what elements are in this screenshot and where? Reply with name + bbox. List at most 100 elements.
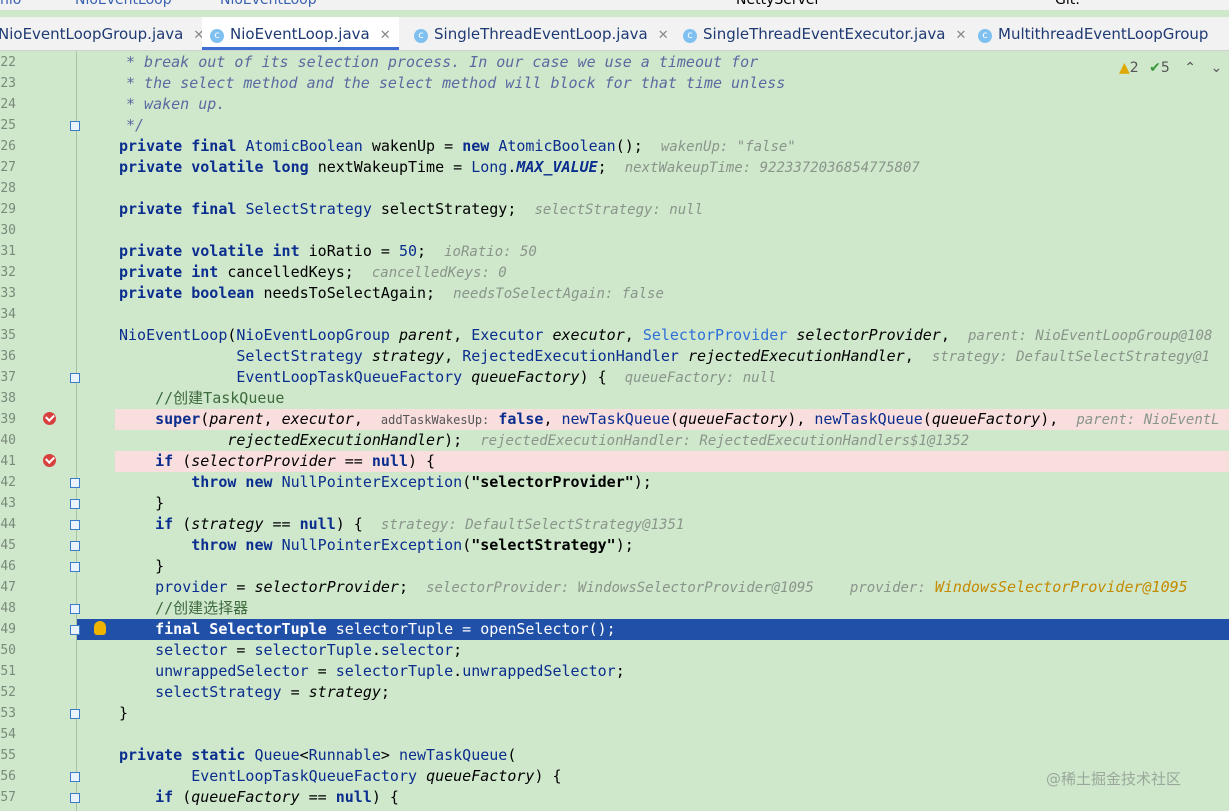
line-number: 33	[0, 286, 16, 301]
breadcrumb-item[interactable]: NioEventLoop	[75, 0, 172, 8]
inline-hint: nextWakeupTime: 9223372036854775807	[624, 160, 920, 176]
editor-tabs: NioEventLoopGroup.java ✕ c NioEventLoop.ja…	[0, 17, 1229, 51]
fold-icon[interactable]	[70, 499, 80, 509]
fold-icon[interactable]	[70, 625, 80, 635]
breakpoint-line: super(parent, executor, addTaskWakesUp: …	[115, 409, 1229, 430]
fold-icon[interactable]	[70, 121, 80, 131]
line-number: 56	[0, 769, 16, 784]
fold-icon[interactable]	[70, 772, 80, 782]
code-line: if (strategy == null) { strategy: Defaul…	[155, 515, 685, 533]
code-line: EventLoopTaskQueueFactory queueFactory) …	[191, 767, 562, 785]
line-number: 28	[0, 181, 16, 196]
line-number: 42	[0, 475, 16, 490]
code-comment: * break out of its selection process. In…	[126, 53, 759, 71]
code-comment: * waken up.	[126, 95, 226, 113]
tab-singlethreadeventloop[interactable]: c SingleThreadEventLoop.java ✕	[414, 17, 669, 50]
line-number: 51	[0, 664, 16, 679]
run-config-select[interactable]: NettyServer	[736, 0, 820, 8]
line-number: 43	[0, 496, 16, 511]
class-icon: c	[978, 29, 992, 43]
code-line: selectStrategy = strategy;	[155, 683, 390, 701]
close-icon[interactable]: ✕	[955, 28, 966, 43]
line-number: 22	[0, 55, 16, 70]
code-line: selector = selectorTuple.selector;	[155, 641, 463, 659]
gutter-markers: 22 23 24 25 26 27 28 29 30 31 32 33 34 35 36 37 38 39 40 41…	[0, 52, 120, 811]
line-number: 29	[0, 202, 16, 217]
breakpoint-icon[interactable]	[43, 454, 56, 467]
breadcrumb-item[interactable]: nio	[0, 0, 21, 8]
line-number: 50	[0, 643, 16, 658]
code-line: private final SelectStrategy selectStrat…	[119, 200, 704, 218]
tab-label: SingleThreadEventLoop.java	[434, 25, 648, 43]
line-number: 48	[0, 601, 16, 616]
code-line: }	[119, 704, 129, 722]
class-icon: c	[414, 29, 428, 43]
tab-label: MultithreadEventLoopGroup	[998, 25, 1209, 43]
code-line: }	[119, 494, 165, 512]
fold-icon[interactable]	[70, 793, 80, 803]
inline-hint: strategy: DefaultSelectStrategy@1	[931, 349, 1210, 365]
class-icon: c	[683, 29, 697, 43]
tab-nioeventloopgroup[interactable]: NioEventLoopGroup.java ✕	[0, 17, 204, 50]
inline-hint: needsToSelectAgain: false	[453, 286, 664, 302]
code-line: private static Queue<Runnable> newTaskQu…	[119, 746, 517, 764]
tab-multithreadeventloopgroup[interactable]: c MultithreadEventLoopGroup	[978, 17, 1208, 50]
line-number: 27	[0, 160, 16, 175]
fold-icon[interactable]	[70, 373, 80, 383]
line-number: 26	[0, 139, 16, 154]
tab-label: NioEventLoopGroup.java	[0, 25, 184, 43]
current-execution-line: final SelectorTuple selectorTuple = open…	[77, 619, 1229, 640]
line-number: 52	[0, 685, 16, 700]
tab-singlethreadeventexecutor[interactable]: c SingleThreadEventExecutor.java ✕	[683, 17, 966, 50]
code-line: provider = selectorProvider; selectorPro…	[155, 578, 1188, 596]
fold-icon[interactable]	[70, 520, 80, 530]
watermark: @稀土掘金技术社区	[1046, 770, 1182, 788]
line-number: 41	[0, 454, 16, 469]
line-number: 30	[0, 223, 16, 238]
param-hint: addTaskWakesUp:	[380, 413, 490, 427]
close-icon[interactable]: ✕	[380, 28, 391, 43]
code-comment: //创建选择器	[155, 599, 249, 617]
breakpoint-line: if (selectorProvider == null) {	[115, 451, 1229, 472]
lightbulb-icon[interactable]	[94, 621, 106, 635]
line-number: 57	[0, 790, 16, 805]
inline-hint: selectStrategy: null	[534, 202, 704, 218]
inline-hint: cancelledKeys: 0	[371, 265, 507, 281]
inline-hint: rejectedExecutionHandler: RejectedExecut…	[480, 433, 970, 449]
fold-icon[interactable]	[70, 709, 80, 719]
tab-nioeventloop[interactable]: c NioEventLoop.java ✕	[202, 17, 399, 50]
inline-hint: ioRatio: 50	[444, 244, 537, 260]
string-literal: "selectStrategy"	[471, 536, 616, 554]
fold-icon[interactable]	[70, 562, 80, 572]
line-number: 32	[0, 265, 16, 280]
line-number: 23	[0, 76, 16, 91]
class-icon: c	[210, 29, 224, 43]
line-number: 45	[0, 538, 16, 553]
line-number: 40	[0, 433, 16, 448]
fold-icon[interactable]	[70, 604, 80, 614]
line-number: 38	[0, 391, 16, 406]
code-line: SelectStrategy strategy, RejectedExecuti…	[236, 347, 1210, 365]
code-line: EventLoopTaskQueueFactory queueFactory) …	[236, 368, 777, 386]
code-editor[interactable]: * break out of its selection process. In…	[0, 52, 1229, 811]
line-number: 24	[0, 97, 16, 112]
line-number: 53	[0, 706, 16, 721]
line-number: 36	[0, 349, 16, 364]
inline-hint-changed: WindowsSelectorProvider@1095	[934, 578, 1188, 596]
vcs-label: Git:	[1055, 0, 1080, 8]
line-number: 39	[0, 412, 16, 427]
code-comment: //创建TaskQueue	[155, 389, 285, 407]
breakpoint-icon[interactable]	[43, 412, 56, 425]
fold-icon[interactable]	[70, 478, 80, 488]
code-line: if (queueFactory == null) {	[155, 788, 399, 806]
close-icon[interactable]: ✕	[658, 28, 669, 43]
tab-label: NioEventLoop.java	[230, 25, 370, 43]
inline-hint: wakenUp: "false"	[660, 139, 796, 155]
string-literal: "selectorProvider"	[471, 473, 634, 491]
fold-icon[interactable]	[70, 541, 80, 551]
code-comment: */	[126, 116, 145, 134]
code-line: private volatile long nextWakeupTime = L…	[119, 158, 920, 176]
breadcrumb-item[interactable]: NioEventLoop	[220, 0, 317, 8]
inline-hint: strategy: DefaultSelectStrategy@1351	[380, 517, 685, 533]
code-line: rejectedExecutionHandler); rejectedExecu…	[227, 431, 970, 449]
